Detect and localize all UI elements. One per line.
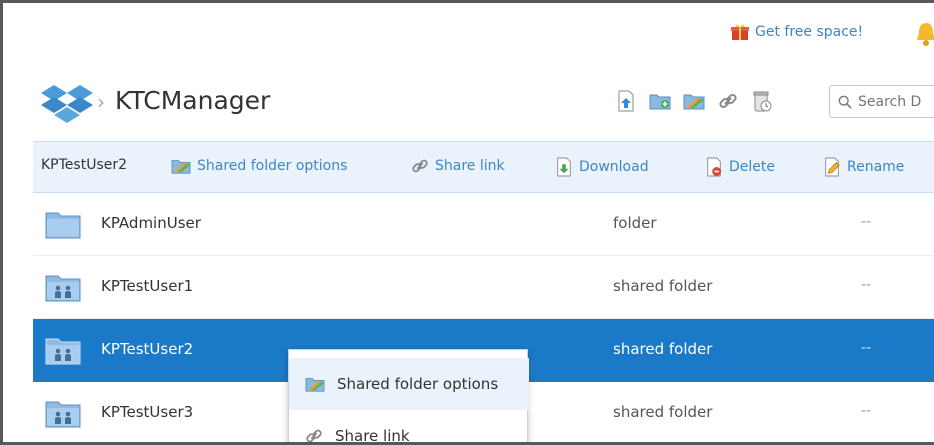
delete-button[interactable]: Delete [705,157,775,177]
file-modified: -- [861,340,872,356]
search-box[interactable] [829,85,934,118]
file-name[interactable]: KPTestUser2 [101,340,193,358]
search-icon [838,95,852,109]
selected-item-name: KPTestUser2 [41,157,128,173]
share-link-button[interactable]: Share link [411,157,505,175]
link-icon [412,159,428,173]
context-menu-item-label: Shared folder options [337,375,499,393]
shared-folder-icon [305,378,325,392]
delete-icon [707,157,722,177]
file-name[interactable]: KPTestUser3 [101,403,193,421]
table-row[interactable]: KPAdminUser folder -- [33,193,934,256]
download-button[interactable]: Download [555,157,649,177]
context-menu-shared-folder-options[interactable]: Shared folder options [289,358,529,410]
shared-folder-options-label: Shared folder options [197,158,348,174]
get-free-space-link[interactable]: Get free space! [731,23,863,41]
download-icon [557,157,571,177]
breadcrumb-separator-icon: › [97,90,105,114]
delete-label: Delete [729,159,775,175]
breadcrumb: › KTCManager [3,73,934,133]
search-input[interactable] [858,93,934,110]
shared-folder-icon [45,338,81,365]
file-type: folder [613,214,657,232]
context-menu-share-link[interactable]: Share link [289,410,529,445]
table-row[interactable]: KPTestUser1 shared folder -- [33,256,934,319]
top-bar: Get free space! [3,3,934,65]
recycle-icon[interactable] [751,89,773,113]
context-menu-item-label: Share link [335,427,410,445]
download-label: Download [579,159,649,175]
action-bar: KPTestUser2 Shared folder options Share … [33,141,934,193]
shared-folder-options-button[interactable]: Shared folder options [171,157,347,175]
app-window: Get free space! › KTCManager Search D KP… [0,0,934,445]
get-free-space-label: Get free space! [755,24,864,40]
context-menu: Shared folder options Share link [288,349,529,445]
file-modified: -- [861,214,872,230]
toolbar-icons [615,89,773,113]
shared-folder-icon [171,160,191,174]
shared-folder-icon[interactable] [683,89,705,113]
page-title: KTCManager [115,86,271,115]
folder-icon [45,212,81,239]
shared-folder-icon [45,401,81,428]
link-icon [306,429,322,442]
link-icon[interactable] [717,89,739,113]
file-type: shared folder [613,277,713,295]
dropbox-logo-icon[interactable] [41,83,93,123]
upload-icon[interactable] [615,89,637,113]
file-type: shared folder [613,403,713,421]
share-link-label: Share link [435,158,505,174]
file-type: shared folder [613,340,713,358]
rename-label: Rename [847,159,905,175]
new-folder-icon[interactable] [649,89,671,113]
file-name[interactable]: KPAdminUser [101,214,201,232]
file-modified: -- [861,277,872,293]
bell-icon[interactable] [915,21,934,47]
gift-icon [731,24,749,40]
file-name[interactable]: KPTestUser1 [101,277,193,295]
shared-folder-icon [45,275,81,302]
rename-icon [825,157,840,177]
file-modified: -- [861,403,872,419]
rename-button[interactable]: Rename [823,157,904,177]
